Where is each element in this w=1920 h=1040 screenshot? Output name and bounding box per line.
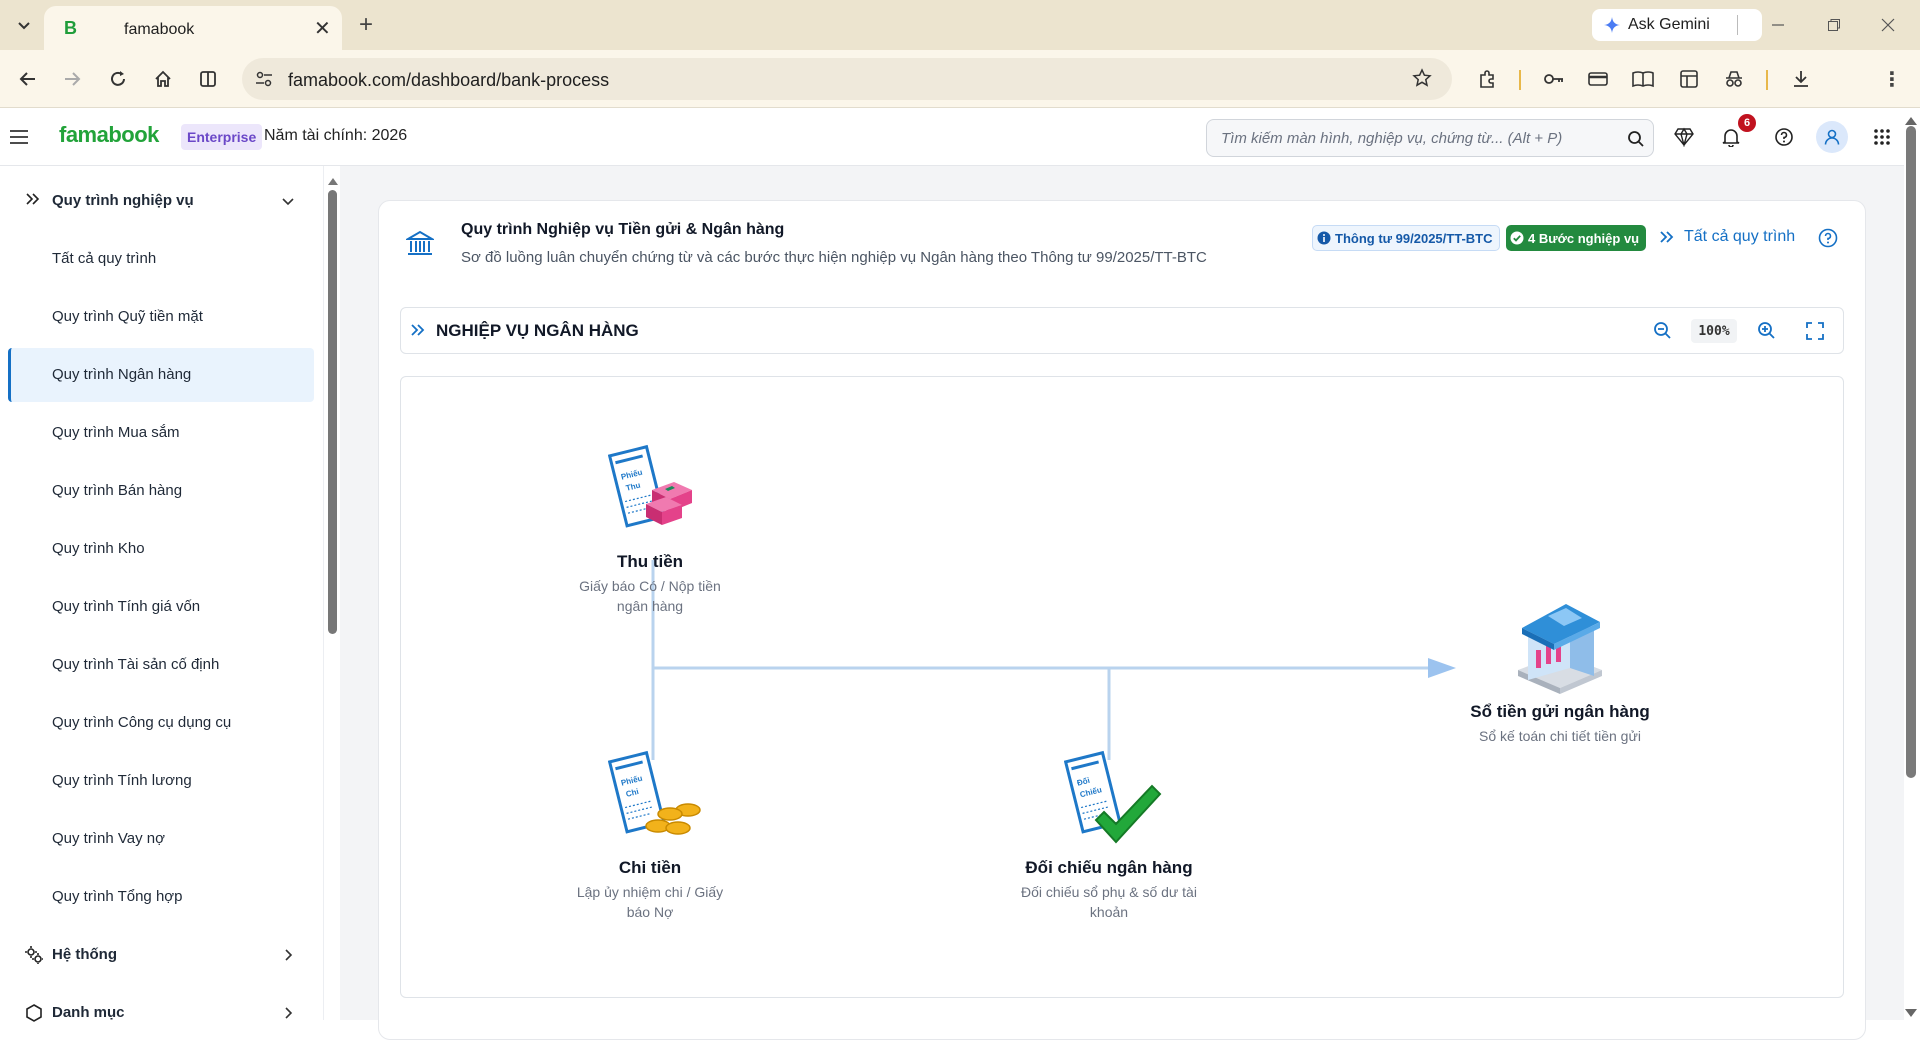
payment-document-icon: Phiếu Chi	[607, 748, 708, 845]
node-payment-desc: Lập ủy nhiệm chi / Giấy báo Nợ	[576, 884, 724, 920]
node-ledger-desc: Sổ kế toán chi tiết tiền gửi	[1479, 728, 1641, 744]
diagram-connectors	[651, 560, 1456, 760]
node-payment-title[interactable]: Chi tiền	[548, 858, 752, 878]
page-scroll-down-icon[interactable]	[1905, 1006, 1917, 1024]
bank-ledger-icon	[1510, 598, 1610, 699]
node-receipt-desc: Giấy báo Có / Nộp tiền ngân hàng	[579, 578, 721, 614]
node-receipt-title[interactable]: Thu tiền	[548, 552, 752, 572]
node-reconcile-title[interactable]: Đối chiếu ngân hàng	[1004, 858, 1214, 878]
receipt-document-icon: Phiếu Thu	[607, 442, 708, 539]
reconcile-document-icon: Đối Chiếu	[1063, 748, 1164, 849]
node-ledger-title[interactable]: Sổ tiền gửi ngân hàng	[1448, 702, 1672, 722]
page-scrollbar[interactable]	[1906, 126, 1916, 778]
node-reconcile-desc: Đối chiếu sổ phụ & số dư tài khoản	[1021, 884, 1197, 920]
